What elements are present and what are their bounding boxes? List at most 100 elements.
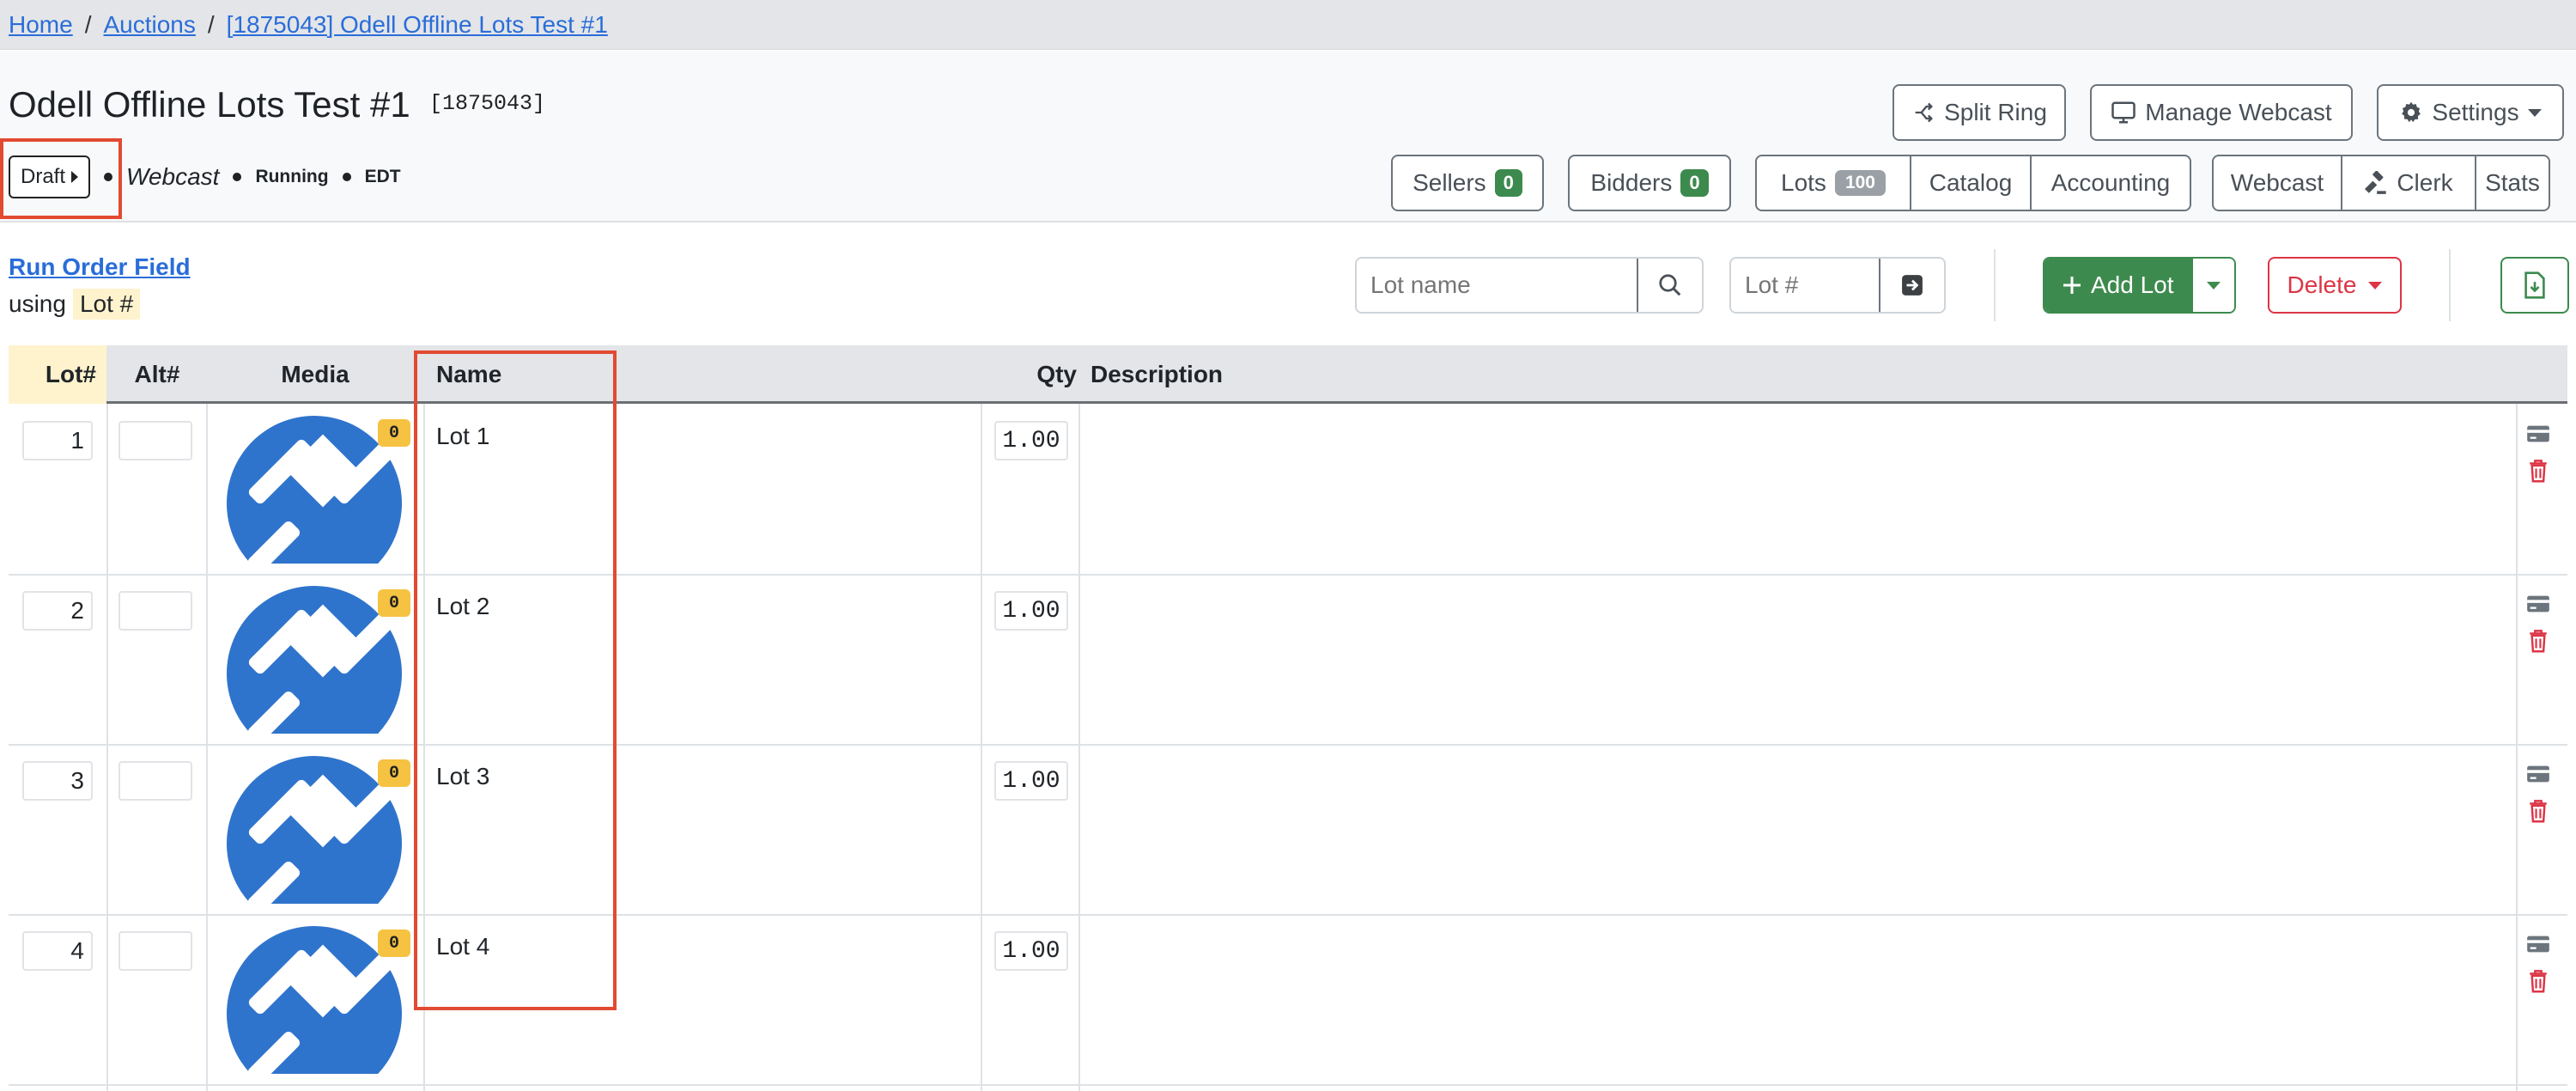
lot-number-field[interactable]: 3	[22, 761, 93, 801]
add-lot-dropdown-toggle[interactable]	[2190, 259, 2234, 312]
breadcrumb: Home / Auctions / [1875043] Odell Offlin…	[0, 0, 2576, 50]
chevron-down-icon	[2206, 281, 2221, 290]
using-label: using	[9, 290, 66, 317]
gavel-icon	[247, 604, 398, 734]
go-to-lot-button[interactable]	[1879, 259, 1944, 312]
gavel-icon	[247, 774, 398, 904]
credit-card-icon[interactable]	[2526, 935, 2550, 954]
breadcrumb-separator: /	[84, 10, 92, 38]
highlight-box-name-column	[414, 350, 617, 1010]
column-header-qty[interactable]: Qty	[953, 345, 1078, 404]
alt-number-field[interactable]	[118, 931, 192, 971]
status-timezone: EDT	[364, 167, 401, 186]
qty-field[interactable]: 1.00	[994, 421, 1068, 460]
search-icon	[1659, 274, 1681, 296]
split-ring-label: Split Ring	[1944, 99, 2047, 125]
lot-name-search-group	[1355, 257, 1704, 314]
lot-media-thumbnail[interactable]	[227, 926, 402, 1074]
lot-media-thumbnail[interactable]	[227, 756, 402, 904]
search-button[interactable]	[1637, 259, 1702, 312]
lot-number-jump-group	[1729, 257, 1946, 314]
bidders-button[interactable]: Bidders 0	[1568, 155, 1731, 211]
credit-card-icon[interactable]	[2526, 424, 2550, 443]
lot-name-search-input[interactable]	[1357, 259, 1637, 312]
auction-id: [1875043]	[429, 91, 546, 116]
lots-button[interactable]: Lots 100	[1757, 156, 1911, 210]
row-actions	[2526, 424, 2550, 483]
add-lot-label: Add Lot	[2091, 271, 2174, 298]
media-count-badge: 0	[378, 929, 410, 957]
toolbar-divider	[2449, 249, 2451, 321]
media-count-badge: 0	[378, 589, 410, 617]
delete-dropdown-button[interactable]: Delete	[2268, 257, 2402, 314]
breadcrumb-separator: /	[207, 10, 215, 38]
stats-button[interactable]: Stats	[2476, 156, 2549, 210]
separator-dot	[233, 173, 242, 181]
media-count-badge: 0	[378, 759, 410, 787]
run-order-field-link[interactable]: Run Order Field	[9, 253, 191, 281]
lots-label: Lots	[1781, 169, 1826, 196]
catalog-button[interactable]: Catalog	[1911, 156, 2032, 210]
column-header-lot[interactable]: Lot#	[9, 345, 106, 404]
file-download-icon	[2524, 271, 2545, 299]
breadcrumb-auctions-link[interactable]: Auctions	[103, 11, 195, 39]
table-row: 3 0 Lot 3 1.00	[9, 746, 2567, 916]
trash-icon[interactable]	[2529, 629, 2548, 653]
lot-number-field[interactable]: 4	[22, 931, 93, 971]
clerk-button[interactable]: Clerk	[2342, 156, 2476, 210]
table-row: 2 0 Lot 2 1.00	[9, 576, 2567, 746]
manage-webcast-button[interactable]: Manage Webcast	[2090, 84, 2353, 141]
trash-icon[interactable]	[2529, 459, 2548, 483]
breadcrumb-home-link[interactable]: Home	[9, 11, 73, 39]
gavel-icon	[247, 434, 398, 564]
export-file-button[interactable]	[2500, 257, 2569, 314]
lot-number-field[interactable]: 1	[22, 421, 93, 460]
lot-number-field[interactable]: 2	[22, 591, 93, 631]
table-row: 4 0 Lot 4 1.00	[9, 916, 2567, 1086]
breadcrumb-current-link[interactable]: [1875043] Odell Offline Lots Test #1	[227, 11, 608, 39]
row-actions	[2526, 594, 2550, 653]
split-ring-button[interactable]: Split Ring	[1893, 84, 2066, 141]
settings-dropdown-button[interactable]: Settings	[2377, 84, 2564, 141]
chevron-down-icon	[2368, 281, 2383, 290]
lot-number-input[interactable]	[1731, 259, 1879, 312]
alt-number-field[interactable]	[118, 761, 192, 801]
lots-table-header: Lot# Alt# Media Name Qty Description	[9, 345, 2567, 404]
settings-label: Settings	[2432, 99, 2519, 125]
accounting-button[interactable]: Accounting	[2032, 156, 2190, 210]
using-field-tag: Lot #	[72, 289, 141, 320]
sellers-count-badge: 0	[1494, 169, 1522, 197]
add-lot-button[interactable]: Add Lot	[2044, 259, 2191, 312]
credit-card-icon[interactable]	[2526, 765, 2550, 783]
page-title: Odell Offline Lots Test #1	[9, 84, 410, 125]
qty-field[interactable]: 1.00	[994, 591, 1068, 631]
media-count-badge: 0	[378, 419, 410, 447]
highlight-box-draft	[0, 138, 122, 219]
lot-media-thumbnail[interactable]	[227, 586, 402, 734]
sellers-button[interactable]: Sellers 0	[1391, 155, 1544, 211]
sellers-label: Sellers	[1413, 169, 1486, 196]
credit-card-icon[interactable]	[2526, 594, 2550, 613]
monitor-icon	[2111, 101, 2136, 124]
trash-icon[interactable]	[2529, 799, 2548, 823]
qty-field[interactable]: 1.00	[994, 931, 1068, 971]
qty-field[interactable]: 1.00	[994, 761, 1068, 801]
arrow-right-square-icon	[1902, 275, 1923, 296]
alt-number-field[interactable]	[118, 591, 192, 631]
toolbar-divider	[1994, 249, 1996, 321]
bidders-count-badge: 0	[1680, 169, 1709, 197]
split-icon	[1915, 102, 1934, 123]
column-header-alt[interactable]: Alt#	[106, 345, 208, 404]
lot-media-thumbnail[interactable]	[227, 416, 402, 564]
delete-label: Delete	[2287, 271, 2357, 298]
clerk-label: Clerk	[2397, 169, 2453, 196]
webcast-button[interactable]: Webcast	[2214, 156, 2342, 210]
trash-icon[interactable]	[2529, 969, 2548, 993]
column-header-description: Description	[1091, 361, 1224, 387]
lots-count-badge: 100	[1834, 170, 1886, 196]
column-header-media: Media	[281, 361, 349, 387]
alt-number-field[interactable]	[118, 421, 192, 460]
plus-icon	[2063, 277, 2081, 294]
gavel-icon	[247, 944, 398, 1074]
manage-webcast-label: Manage Webcast	[2145, 99, 2332, 125]
